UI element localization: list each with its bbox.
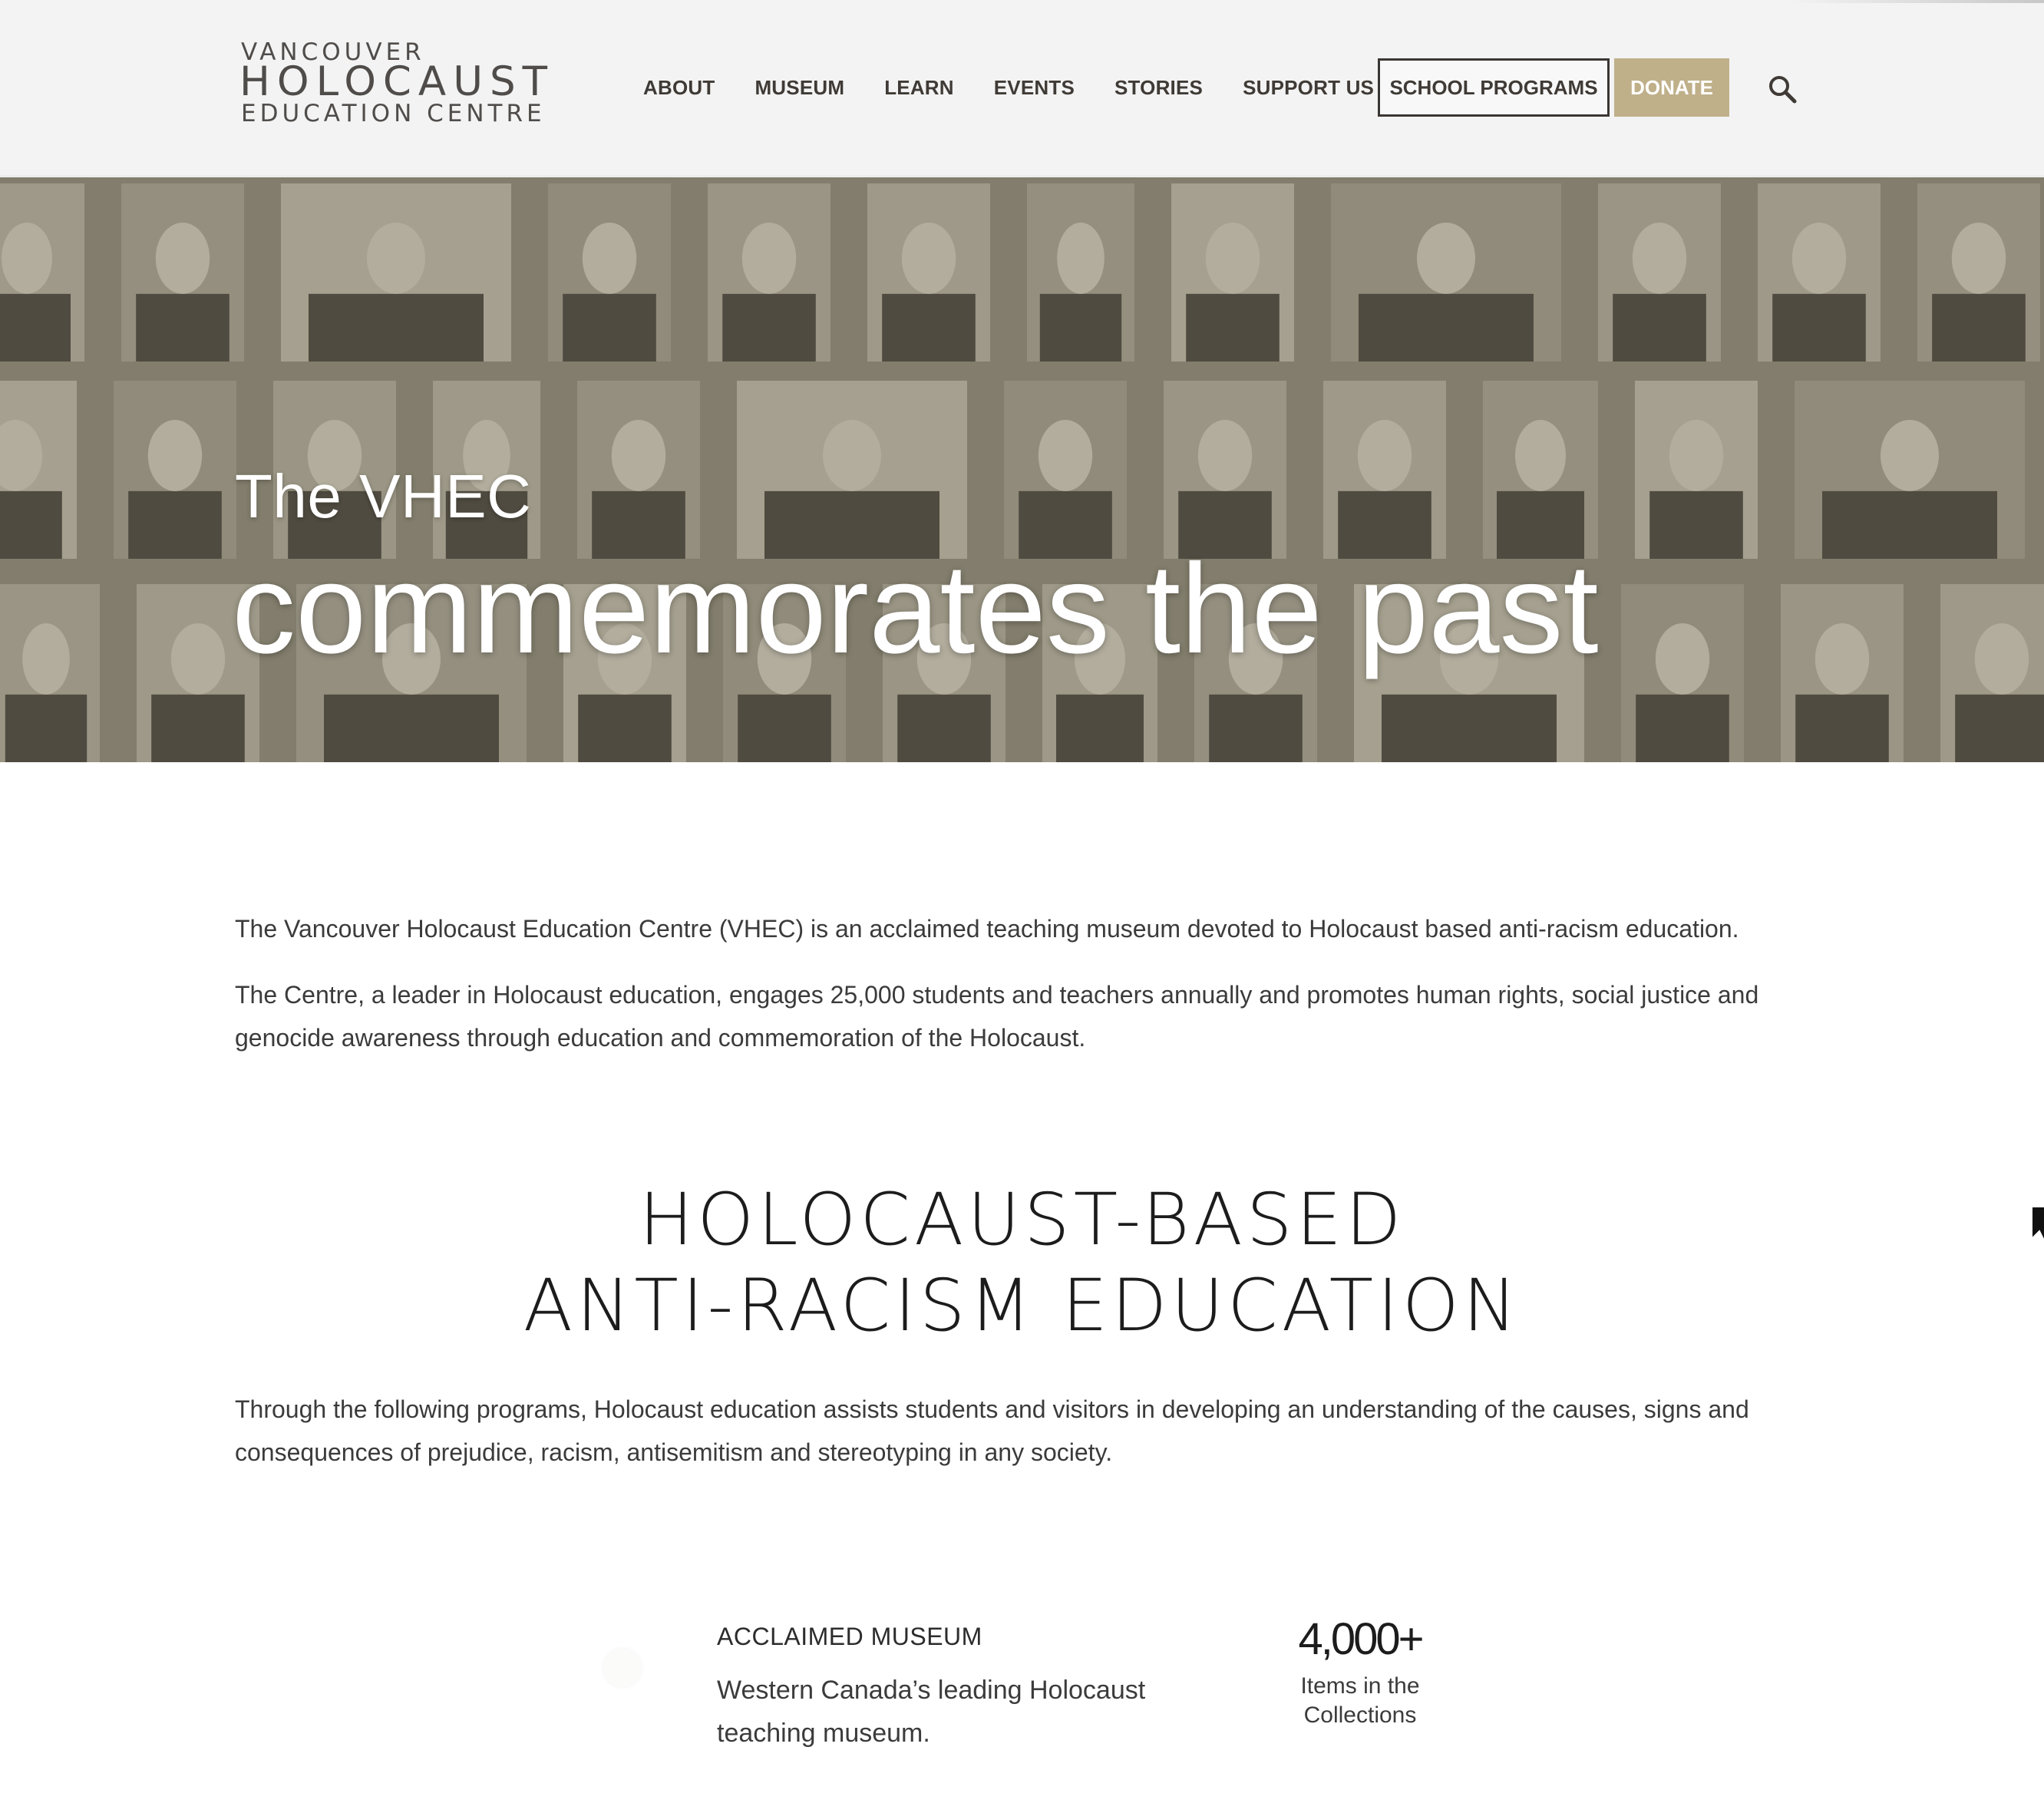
mouse-cursor-icon [2031,1206,2044,1243]
nav-item-stories[interactable]: STORIES [1114,76,1203,100]
feature-description: Western Canada’s leading Holocaust teach… [717,1676,1146,1748]
nav-item-about[interactable]: ABOUT [643,76,715,100]
section-paragraph: Through the following programs, Holocaus… [235,1395,1749,1466]
vhec-logo[interactable]: VANCOUVER HOLOCAUST EDUCATION CENTRE [239,38,547,129]
main-nav: ABOUT MUSEUM LEARN EVENTS STORIES SUPPOR… [643,58,1414,117]
logo-line-2: HOLOCAUST [239,58,554,105]
site-header: VANCOUVER HOLOCAUST EDUCATION CENTRE ABO… [0,0,2044,177]
stat-label: Items in the Collections [1300,1673,1420,1728]
nav-item-events[interactable]: EVENTS [994,76,1075,100]
intro-paragraph-1: The Vancouver Holocaust Education Centre… [235,915,1739,943]
hero-subtitle: The VHEC [235,462,532,530]
hero-title: commemorates the past [232,538,1599,680]
school-programs-button[interactable]: SCHOOL PROGRAMS [1378,58,1610,117]
nav-item-learn[interactable]: LEARN [884,76,954,100]
nav-item-support-us[interactable]: SUPPORT US [1243,76,1374,100]
museum-icon [603,1649,642,1687]
stat-number: 4,000+ [1298,1614,1424,1664]
feature-title: ACCLAIMED MUSEUM [717,1623,982,1650]
donate-button[interactable]: DONATE [1614,58,1729,117]
nav-item-museum[interactable]: MUSEUM [755,76,844,100]
logo-line-3: EDUCATION CENTRE [241,100,546,127]
hero-banner: The VHEC commemorates the past [0,177,2044,762]
section-heading: HOLOCAUST-BASED ANTI-RACISM EDUCATION [0,1177,2044,1349]
intro-paragraph-2: The Centre, a leader in Holocaust educat… [235,981,1759,1052]
window-edge-shadow [1788,0,2044,3]
search-icon[interactable] [1767,74,1798,104]
section-heading-line-1: HOLOCAUST-BASED [639,1178,1405,1262]
section-heading-line-2: ANTI-RACISM EDUCATION [523,1264,1521,1348]
